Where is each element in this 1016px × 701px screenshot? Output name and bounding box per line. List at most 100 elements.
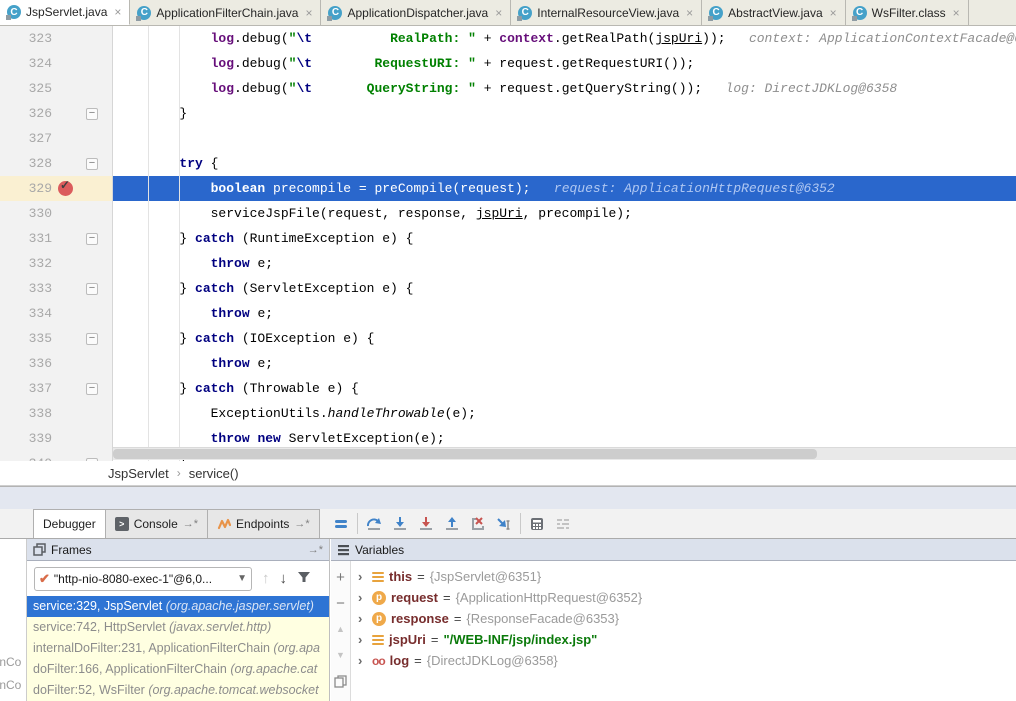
gutter[interactable]: 336 (0, 351, 113, 376)
editor-tab-AbstractView.java[interactable]: CAbstractView.java× (702, 0, 846, 25)
gutter[interactable]: 337− (0, 376, 113, 401)
close-icon[interactable]: × (830, 6, 837, 20)
expand-chevron-icon[interactable]: › (358, 611, 367, 626)
frame-row[interactable]: doFilter:166, ApplicationFilterChain (or… (27, 659, 329, 680)
drop-frame-icon[interactable] (465, 509, 491, 538)
code-text: serviceJspFile(request, response, jspUri… (113, 201, 1016, 226)
thread-dropdown[interactable]: ✔ "http-nio-8080-exec-1"@6,0... ▼ (34, 567, 252, 591)
code-line-336[interactable]: 336 throw e; (0, 351, 1016, 376)
fold-icon[interactable]: − (86, 333, 98, 345)
variable-row[interactable]: ›jspUri="/WEB-INF/jsp/index.jsp" (352, 629, 1016, 650)
fold-icon[interactable]: − (86, 158, 98, 170)
code-line-327[interactable]: 327 (0, 126, 1016, 151)
run-to-cursor-icon[interactable] (491, 509, 517, 538)
close-icon[interactable]: × (114, 5, 121, 19)
clipped-text-fragment: ionCo (0, 678, 21, 692)
editor-tab-InternalResourceView.java[interactable]: CInternalResourceView.java× (511, 0, 702, 25)
close-icon[interactable]: × (686, 6, 693, 20)
gutter[interactable]: 331− (0, 226, 113, 251)
scrollbar-thumb[interactable] (113, 449, 817, 459)
editor-tab-JspServlet.java[interactable]: CJspServlet.java× (0, 0, 130, 25)
show-execution-point-icon[interactable] (328, 509, 354, 538)
variable-row[interactable]: ›presponse={ResponseFacade@6353} (352, 608, 1016, 629)
code-line-330[interactable]: 330 serviceJspFile(request, response, js… (0, 201, 1016, 226)
code-line-331[interactable]: 331− } catch (RuntimeException e) { (0, 226, 1016, 251)
breakpoint-icon[interactable] (58, 181, 73, 196)
tab-endpoints[interactable]: Endpoints →* (207, 509, 320, 538)
fold-icon[interactable]: − (86, 383, 98, 395)
close-icon[interactable]: × (305, 6, 312, 20)
code-line-329[interactable]: 329 boolean precompile = preCompile(requ… (0, 176, 1016, 201)
fold-end-icon[interactable]: − (86, 458, 98, 462)
tab-console[interactable]: > Console →* (105, 509, 208, 538)
gutter[interactable]: 340− (0, 451, 113, 461)
code-line-332[interactable]: 332 throw e; (0, 251, 1016, 276)
remove-icon[interactable]: − (336, 590, 345, 616)
horizontal-scrollbar[interactable] (113, 447, 1016, 460)
gutter[interactable]: 335− (0, 326, 113, 351)
expand-chevron-icon[interactable]: › (358, 632, 367, 647)
close-icon[interactable]: × (953, 6, 960, 20)
gutter[interactable]: 327 (0, 126, 113, 151)
fold-icon[interactable]: − (86, 233, 98, 245)
variable-row[interactable]: ›oolog={DirectJDKLog@6358} (352, 650, 1016, 671)
gutter[interactable]: 338 (0, 401, 113, 426)
variable-row[interactable]: ›prequest={ApplicationHttpRequest@6352} (352, 587, 1016, 608)
gutter[interactable]: 328− (0, 151, 113, 176)
code-line-334[interactable]: 334 throw e; (0, 301, 1016, 326)
gutter[interactable]: 332 (0, 251, 113, 276)
down-triangle-icon[interactable]: ▼ (336, 642, 345, 668)
gutter[interactable]: 323 (0, 26, 113, 51)
gutter[interactable]: 324 (0, 51, 113, 76)
close-icon[interactable]: × (495, 6, 502, 20)
filter-icon[interactable] (297, 570, 311, 588)
editor-tab-ApplicationDispatcher.java[interactable]: CApplicationDispatcher.java× (321, 0, 511, 25)
code-line-335[interactable]: 335− } catch (IOException e) { (0, 326, 1016, 351)
up-arrow-icon[interactable]: ↑ (262, 570, 270, 587)
line-number: 329 (0, 181, 52, 196)
code-editor[interactable]: 323 log.debug("\t RealPath: " + context.… (0, 26, 1016, 461)
line-number: 324 (0, 56, 52, 71)
down-arrow-icon[interactable]: ↓ (280, 570, 288, 587)
frame-row[interactable]: internalDoFilter:231, ApplicationFilterC… (27, 638, 329, 659)
frame-row[interactable]: service:742, HttpServlet (javax.servlet.… (27, 617, 329, 638)
code-line-328[interactable]: 328− try { (0, 151, 1016, 176)
fold-icon[interactable]: − (86, 283, 98, 295)
copy-icon[interactable] (334, 668, 347, 694)
step-into-icon[interactable] (387, 509, 413, 538)
step-out-icon[interactable] (439, 509, 465, 538)
force-step-into-icon[interactable] (413, 509, 439, 538)
gutter[interactable]: 330 (0, 201, 113, 226)
code-line-324[interactable]: 324 log.debug("\t RequestURI: " + reques… (0, 51, 1016, 76)
frame-row[interactable]: doFilter:52, WsFilter (org.apache.tomcat… (27, 680, 329, 701)
expand-chevron-icon[interactable]: › (358, 653, 367, 668)
breadcrumb-method[interactable]: service() (189, 466, 239, 481)
tab-debugger[interactable]: Debugger (33, 509, 106, 538)
gutter[interactable]: 333− (0, 276, 113, 301)
code-line-323[interactable]: 323 log.debug("\t RealPath: " + context.… (0, 26, 1016, 51)
splitter-band[interactable] (0, 486, 1016, 509)
gutter[interactable]: 334 (0, 301, 113, 326)
code-line-325[interactable]: 325 log.debug("\t QueryString: " + reque… (0, 76, 1016, 101)
code-line-333[interactable]: 333− } catch (ServletException e) { (0, 276, 1016, 301)
up-triangle-icon[interactable]: ▲ (336, 616, 345, 642)
hide-panel-icon[interactable]: →* (308, 544, 323, 556)
evaluate-expression-icon[interactable] (524, 509, 550, 538)
step-over-icon[interactable] (361, 509, 387, 538)
gutter[interactable]: 325 (0, 76, 113, 101)
editor-tab-WsFilter.class[interactable]: CWsFilter.class× (846, 0, 969, 25)
expand-chevron-icon[interactable]: › (358, 590, 367, 605)
breadcrumb-class[interactable]: JspServlet (108, 466, 169, 481)
variable-row[interactable]: ›this={JspServlet@6351} (352, 566, 1016, 587)
expand-chevron-icon[interactable]: › (358, 569, 367, 584)
code-line-326[interactable]: 326− } (0, 101, 1016, 126)
gutter[interactable]: 326− (0, 101, 113, 126)
frame-row[interactable]: service:329, JspServlet (org.apache.jasp… (27, 596, 329, 617)
add-icon[interactable]: + (336, 564, 345, 590)
fold-icon[interactable]: − (86, 108, 98, 120)
gutter[interactable]: 329 (0, 176, 113, 201)
code-line-338[interactable]: 338 ExceptionUtils.handleThrowable(e); (0, 401, 1016, 426)
gutter[interactable]: 339 (0, 426, 113, 451)
code-line-337[interactable]: 337− } catch (Throwable e) { (0, 376, 1016, 401)
editor-tab-ApplicationFilterChain.java[interactable]: CApplicationFilterChain.java× (130, 0, 321, 25)
